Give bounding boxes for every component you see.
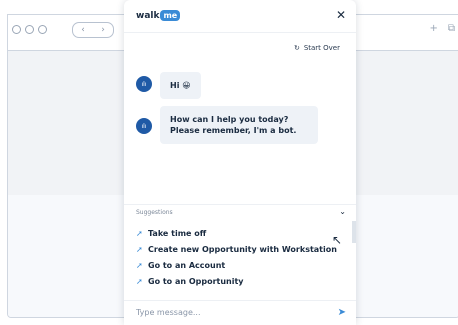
window-dot[interactable] [12,25,21,34]
suggestion-item[interactable]: ➚ Go to an Account [136,257,337,273]
scrollbar[interactable] [352,221,356,243]
close-icon[interactable]: ✕ [336,8,346,22]
window-dot[interactable] [25,25,34,34]
suggestion-label: Go to an Opportunity [148,276,244,286]
back-icon[interactable]: ‹ [81,25,85,35]
logo-text: walk [136,10,160,21]
send-icon[interactable]: ➤ [338,307,346,318]
suggestions-panel: Suggestions ⌄ ➚ Take time off ➚ Create n… [124,204,356,301]
bot-message: ılı Hi 😀 [136,72,201,99]
suggestion-item[interactable]: ➚ Go to an Opportunity [136,273,337,289]
rocket-icon: ➚ [136,276,143,286]
suggestion-label: Take time off [148,228,207,238]
message-input-row: Type message... ➤ [124,300,356,325]
suggestion-label: Go to an Account [148,260,226,270]
browser-right-icons: + ⧉ [429,23,455,34]
message-bubble: How can I help you today? Please remembe… [160,106,318,144]
message-bubble: Hi 😀 [160,72,201,99]
rocket-icon: ➚ [136,260,143,270]
rocket-icon: ➚ [136,228,143,238]
suggestion-item[interactable]: ➚ Take time off [136,225,337,241]
bot-message: ılı How can I help you today? Please rem… [136,106,318,144]
plus-icon[interactable]: + [429,23,437,34]
window-controls [12,25,47,34]
window-dot[interactable] [38,25,47,34]
walkme-chat-widget: walk me ✕ ↻ Start Over ılı Hi 😀 ılı How … [124,0,356,325]
message-input[interactable]: Type message... [136,308,201,317]
suggestion-label: Create new Opportunity with Workstation [148,244,337,254]
refresh-icon: ↻ [293,44,300,52]
suggestions-list: ➚ Take time off ➚ Create new Opportunity… [136,225,337,289]
rocket-icon: ➚ [136,244,143,254]
forward-icon[interactable]: › [101,25,105,35]
copy-icon[interactable]: ⧉ [448,23,455,34]
bot-avatar-icon: ılı [136,76,152,92]
logo-badge: me [160,10,181,21]
suggestions-title: Suggestions [136,209,173,216]
start-over-button[interactable]: ↻ Start Over [294,44,340,52]
suggestion-item[interactable]: ➚ Create new Opportunity with Workstatio… [136,241,337,257]
chevron-down-icon[interactable]: ⌄ [339,207,346,216]
start-over-label: Start Over [303,44,340,52]
bot-avatar-icon: ılı [136,118,152,134]
browser-nav: ‹ › [72,22,114,38]
widget-header: walk me ✕ [124,0,356,33]
walkme-logo: walk me [136,10,181,21]
mouse-cursor-icon: ↖ [332,233,343,247]
